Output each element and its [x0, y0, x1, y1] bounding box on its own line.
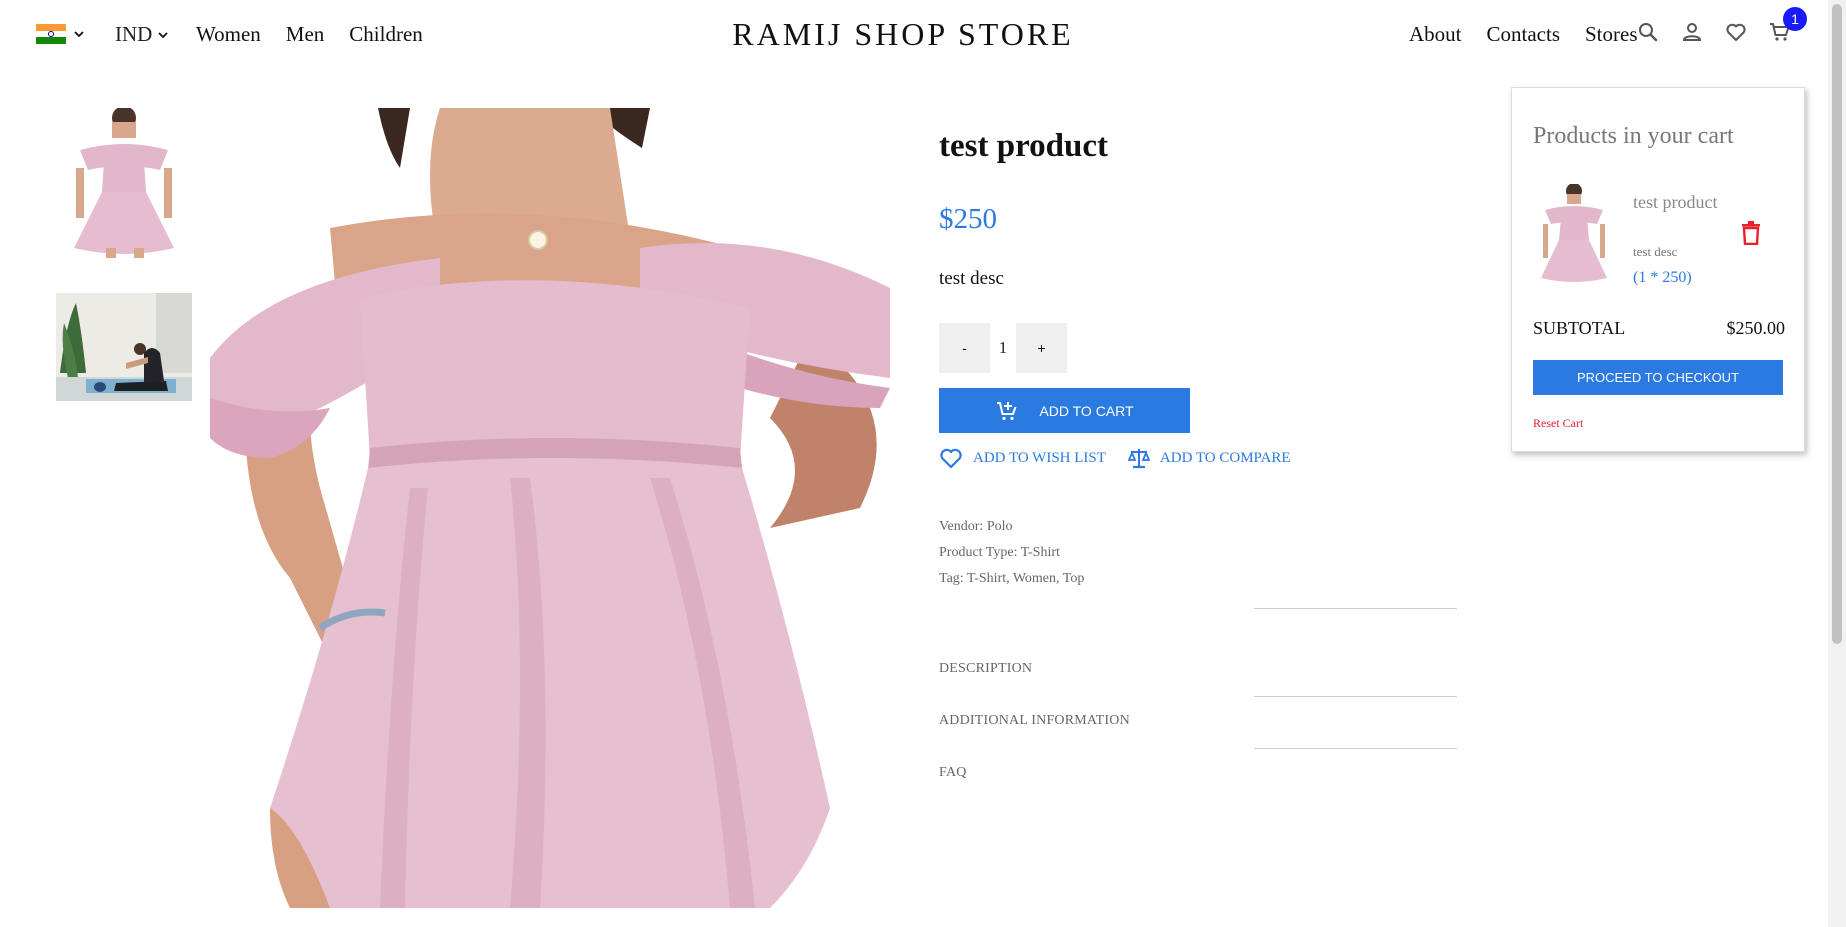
add-to-cart-button[interactable]: ADD TO CART — [939, 388, 1190, 433]
delete-icon[interactable] — [1741, 221, 1761, 245]
quantity-increase-button[interactable]: + — [1016, 323, 1067, 373]
cart-item-image — [1533, 184, 1615, 284]
site-header: IND Women Men Children RAMIJ SHOP STORE … — [0, 0, 1828, 70]
product-vendor: Vendor: Polo — [939, 519, 1013, 534]
product-actions: ADD TO WISH LIST ADD TO COMPARE — [939, 447, 1291, 469]
tab-divider — [1254, 748, 1457, 749]
scrollbar-thumb[interactable] — [1832, 4, 1842, 644]
quantity-value: 1 — [998, 338, 1008, 357]
subtotal-value: $250.00 — [1726, 318, 1786, 338]
cart-panel-title: Products in your cart — [1533, 123, 1734, 149]
heart-icon — [940, 448, 962, 469]
add-to-compare-link[interactable]: ADD TO COMPARE — [1127, 447, 1291, 469]
product-description: test desc — [939, 268, 1004, 289]
search-icon[interactable] — [1636, 20, 1660, 44]
product-meta: Vendor: Polo Product Type: T-Shirt Tag: … — [939, 514, 1084, 592]
dress-main-image — [210, 108, 890, 908]
cart-item-quantity: (1 * 250) — [1633, 269, 1692, 286]
add-to-wishlist-label: ADD TO WISH LIST — [973, 449, 1106, 466]
proceed-to-checkout-button[interactable]: PROCEED TO CHECKOUT — [1533, 360, 1783, 395]
product-thumbnail-dress[interactable] — [56, 108, 192, 258]
cart-dropdown-panel: Products in your cart test product test … — [1511, 87, 1805, 452]
user-icon[interactable] — [1680, 20, 1704, 44]
tab-additional-information[interactable]: ADDITIONAL INFORMATION — [939, 713, 1130, 729]
page-scrollbar[interactable] — [1828, 0, 1846, 927]
tab-faq[interactable]: FAQ — [939, 765, 967, 781]
cart-item-description: test desc — [1633, 244, 1678, 259]
product-main-image — [210, 108, 890, 908]
nav-link-contacts[interactable]: Contacts — [1487, 22, 1561, 47]
secondary-nav: About Contacts Stores — [1409, 22, 1638, 47]
yoga-thumbnail-image — [56, 293, 192, 401]
dress-thumbnail-image — [1533, 184, 1615, 284]
product-price: $250 — [939, 203, 997, 235]
add-cart-icon — [997, 401, 1017, 420]
nav-link-stores[interactable]: Stores — [1585, 22, 1638, 47]
add-to-compare-label: ADD TO COMPARE — [1159, 449, 1291, 466]
heart-icon[interactable] — [1724, 20, 1748, 44]
product-type: Product Type: T-Shirt — [939, 545, 1060, 560]
subtotal-label: SUBTOTAL — [1533, 318, 1626, 338]
tab-description[interactable]: DESCRIPTION — [939, 661, 1032, 677]
quantity-decrease-button[interactable]: - — [939, 323, 990, 373]
tab-divider — [1254, 608, 1457, 609]
cart-count-badge: 1 — [1783, 7, 1807, 31]
cart-item-name: test product — [1633, 192, 1718, 212]
reset-cart-link[interactable]: Reset Cart — [1533, 416, 1583, 431]
add-to-wishlist-link[interactable]: ADD TO WISH LIST — [939, 447, 1106, 469]
product-tags: Tag: T-Shirt, Women, Top — [939, 571, 1085, 586]
product-thumbnail-yoga[interactable] — [56, 293, 192, 401]
tab-divider — [1254, 696, 1457, 697]
add-to-cart-label: ADD TO CART — [1039, 402, 1134, 419]
nav-link-about[interactable]: About — [1409, 22, 1462, 47]
dress-thumbnail-image — [56, 108, 192, 258]
quantity-stepper: - 1 + — [939, 323, 1067, 373]
balance-scale-icon — [1127, 449, 1150, 469]
product-title: test product — [939, 128, 1108, 164]
header-icons — [1636, 20, 1792, 44]
